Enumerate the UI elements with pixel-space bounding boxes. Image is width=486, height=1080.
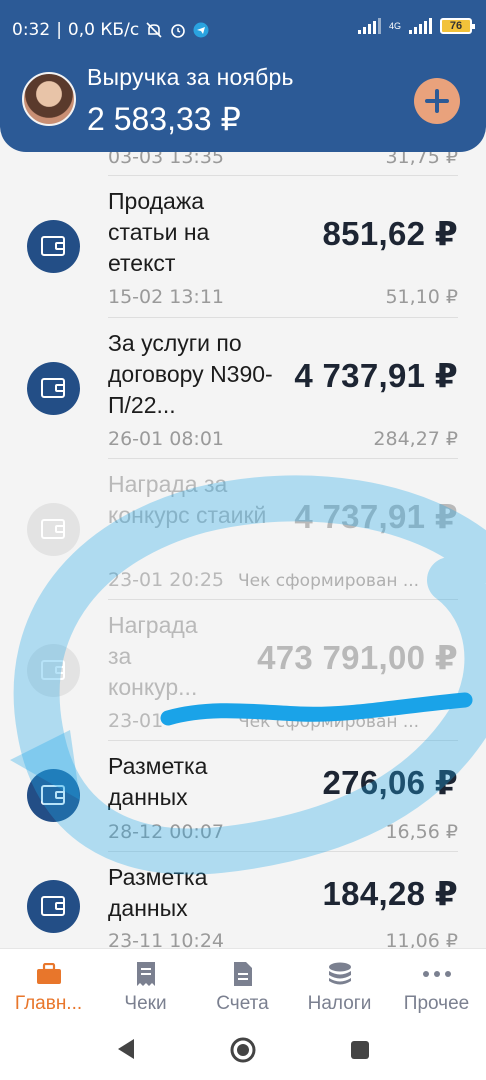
- transaction-title: Продажа статьи на етекст: [108, 188, 210, 276]
- more-icon: [422, 971, 451, 977]
- nav-home-label: Главн...: [14, 993, 83, 1014]
- nav-receipts[interactable]: Чеки: [97, 961, 194, 1015]
- nav-receipts-label: Чеки: [124, 993, 167, 1014]
- nav-accounts[interactable]: Счета: [194, 961, 291, 1015]
- transaction-amount: 184,28 ₽: [322, 875, 458, 912]
- transaction-row[interactable]: Разметка данных 276,06 ₽ 28-12 00:07 16,…: [0, 741, 486, 852]
- revenue-title: Выручка за ноябрь: [87, 64, 294, 90]
- nav-taxes[interactable]: Налоги: [291, 961, 388, 1015]
- transaction-date: 15-02 13:11: [108, 286, 225, 308]
- bottom-nav: Главн... Чеки Счета Налоги Прочее: [0, 948, 486, 1022]
- wallet-icon: [27, 644, 80, 697]
- transaction-row[interactable]: Награда за конкур... 473 791,00 ₽ 23-01 …: [0, 600, 486, 741]
- transaction-row[interactable]: Разметка данных 184,28 ₽ 23-11 10:24 11,…: [0, 852, 486, 948]
- back-icon[interactable]: [116, 1038, 136, 1060]
- wallet-icon: [27, 220, 80, 273]
- transaction-title: Разметка данных: [108, 753, 208, 810]
- nav-more-label: Прочее: [403, 993, 470, 1014]
- receipt-icon: [136, 962, 155, 986]
- nav-more[interactable]: Прочее: [388, 961, 485, 1015]
- transaction-status: Чек сформирован ...: [238, 712, 420, 732]
- transaction-amount: 851,62 ₽: [322, 215, 458, 252]
- transaction-date: 23-01: [108, 710, 164, 732]
- nav-taxes-label: Налоги: [307, 993, 372, 1014]
- transaction-row[interactable]: Награда за конкурс стаикй 4 737,91 ₽ 23-…: [0, 459, 486, 600]
- document-icon: [233, 962, 252, 986]
- system-nav-bar: [0, 1022, 486, 1080]
- transaction-tax: 11,06 ₽: [385, 930, 458, 948]
- transaction-amount: 4 737,91 ₽: [294, 357, 458, 394]
- transaction-title: Разметка данных: [108, 864, 208, 921]
- transaction-row[interactable]: За услуги по договору N390- П/22... 4 73…: [0, 318, 486, 459]
- home-icon[interactable]: [230, 1037, 256, 1063]
- nav-home[interactable]: Главн...: [0, 961, 97, 1015]
- wallet-icon: [27, 362, 80, 415]
- transaction-title: Награда за конкурс стаикй: [108, 471, 267, 528]
- avatar[interactable]: [22, 72, 76, 126]
- transaction-title: Награда за конкур...: [108, 612, 198, 700]
- transaction-tax: 16,56 ₽: [385, 821, 458, 843]
- nav-accounts-label: Счета: [216, 993, 269, 1014]
- wallet-icon: [27, 769, 80, 822]
- transaction-tax: 51,10 ₽: [385, 286, 458, 308]
- recents-icon[interactable]: [350, 1040, 370, 1060]
- wallet-icon: [27, 503, 80, 556]
- revenue-header: Выручка за ноябрь 2 583,33 ₽: [0, 60, 486, 152]
- briefcase-icon: [36, 963, 61, 984]
- revenue-amount: 2 583,33 ₽: [87, 101, 241, 137]
- transaction-date: 26-01 08:01: [108, 428, 225, 450]
- transaction-amount: 473 791,00 ₽: [257, 639, 458, 676]
- add-sale-button[interactable]: [414, 78, 460, 124]
- transaction-amount: 276,06 ₽: [322, 764, 458, 801]
- transaction-amount: 4 737,91 ₽: [294, 498, 458, 535]
- coins-icon: [328, 962, 351, 985]
- wallet-icon: [27, 880, 80, 933]
- transaction-date: 28-12 00:07: [108, 821, 225, 843]
- transaction-date: 23-11 10:24: [108, 930, 225, 948]
- transaction-status: Чек сформирован ...: [238, 571, 420, 591]
- transaction-title: За услуги по договору N390- П/22...: [108, 330, 273, 418]
- transaction-row[interactable]: Продажа статьи на етекст 851,62 ₽ 15-02 …: [0, 176, 486, 318]
- transaction-tax: 284,27 ₽: [373, 428, 458, 450]
- transaction-date: 23-01 20:25: [108, 569, 225, 591]
